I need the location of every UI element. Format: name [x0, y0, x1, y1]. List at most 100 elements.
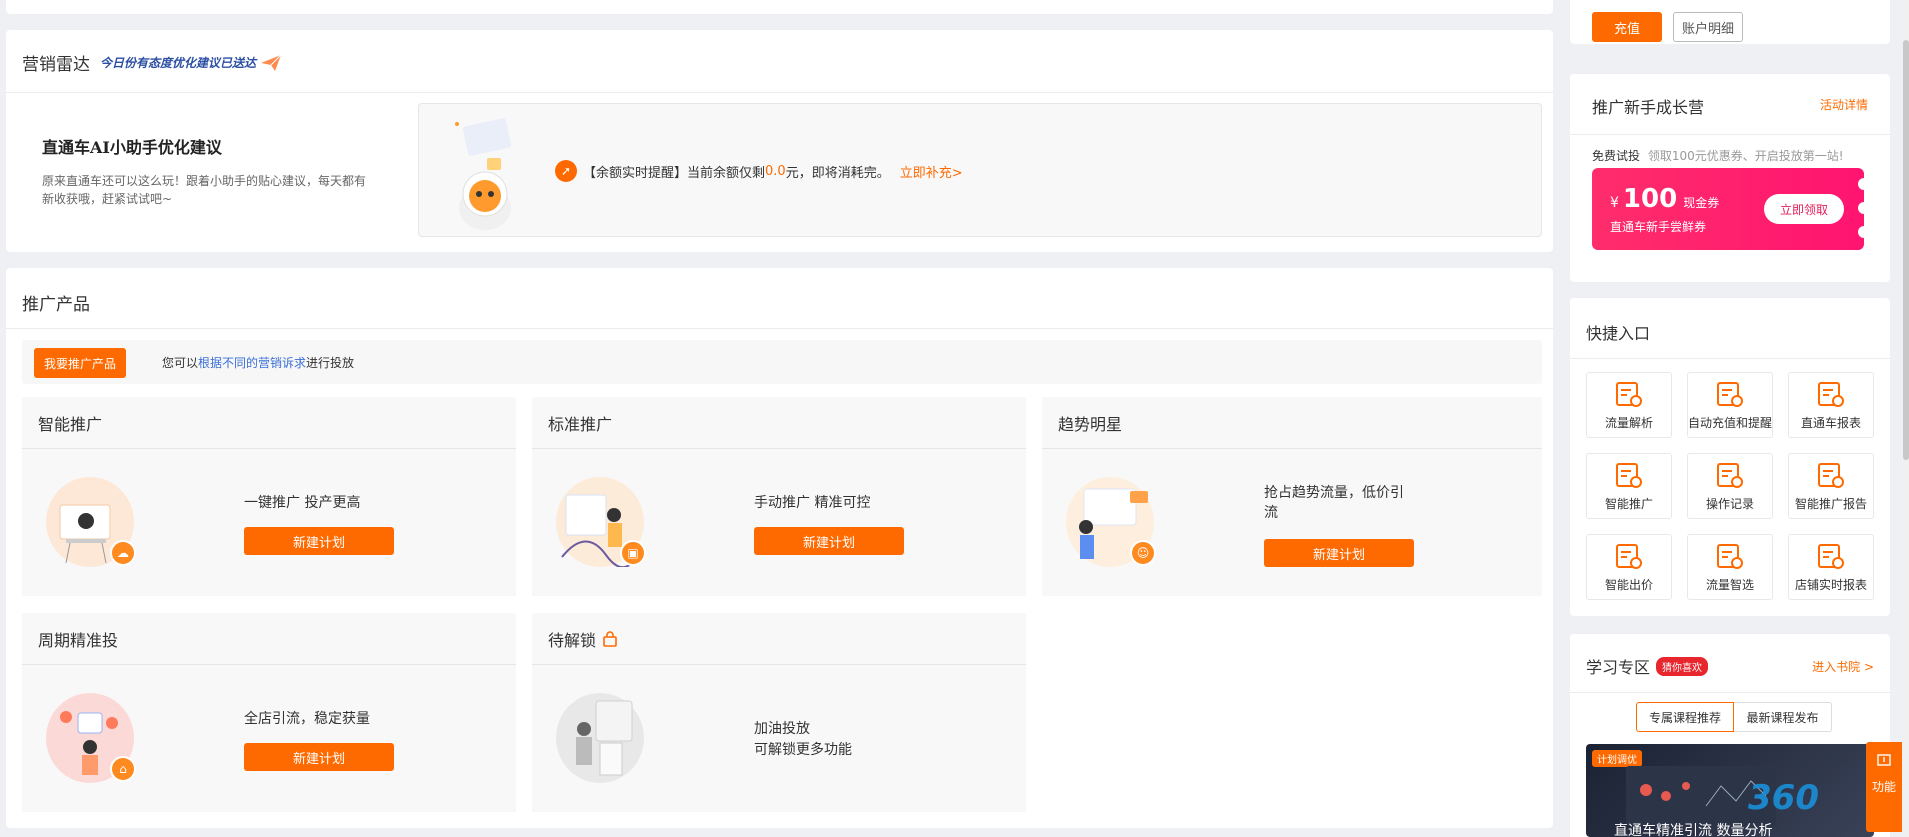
- quick-entry-card: 快捷入口 流量解析 自动充值和提醒 直通车报表智能推广 操作记录 智能推广报告智能出价 流…: [1570, 298, 1890, 616]
- quick-entry-item[interactable]: 直通车报表: [1788, 372, 1874, 438]
- divider: [1570, 358, 1890, 359]
- product-card-trend-star: 趋势明星 ☺ 抢占趋势流量，低价引流 新建计划: [1042, 397, 1542, 596]
- product-name: 周期精准投: [22, 613, 516, 665]
- scrollbar-track[interactable]: [1903, 0, 1909, 837]
- quick-entry-item[interactable]: 店铺实时报表: [1788, 534, 1874, 600]
- hint-prefix: 您可以: [162, 356, 199, 370]
- quick-entry-label: 店铺实时报表: [1794, 578, 1867, 592]
- home-badge-icon: ⌂: [110, 756, 136, 782]
- tab-exclusive-courses[interactable]: 专属课程推荐: [1636, 702, 1734, 732]
- quick-entry-label: 智能推广: [1604, 497, 1653, 511]
- watermark-logo: 360: [1748, 778, 1819, 818]
- coupon-currency: ¥: [1610, 195, 1619, 211]
- quick-entry-item[interactable]: 智能推广报告: [1788, 453, 1874, 519]
- quick-entry-item[interactable]: 智能出价: [1586, 534, 1672, 600]
- new-plan-button[interactable]: 新建计划: [244, 527, 394, 555]
- quick-entry-label: 智能出价: [1604, 578, 1653, 592]
- quick-entry-label: 流量智选: [1705, 578, 1754, 592]
- alert-prefix: 【余额实时提醒】当前余额仅剩: [583, 165, 766, 181]
- learn-title: 学习专区: [1586, 658, 1651, 677]
- alert-amount: 0.0: [765, 163, 786, 179]
- paper-plane-icon: [261, 54, 282, 71]
- floating-label: 功能: [1871, 780, 1896, 794]
- ai-assistant-desc: 原来直通车还可以这么玩！跟着小助手的贴心建议，每天都有新收获哦，赶紧试试吧~: [42, 174, 367, 206]
- hint-suffix: 进行投放: [306, 356, 355, 370]
- smart-promo-icon: [1616, 463, 1642, 488]
- radar-title: 营销雷达: [22, 55, 90, 75]
- report-icon: [1818, 382, 1844, 407]
- feedback-icon: [1877, 754, 1891, 766]
- smart-bid-icon: [1616, 544, 1642, 569]
- product-name: 待解锁: [548, 630, 597, 650]
- enter-academy-link[interactable]: 进入书院 >: [1812, 658, 1874, 675]
- trial-label: 免费试投: [1592, 149, 1641, 163]
- learning-zone-card: 学习专区 猜你喜欢 进入书院 > 专属课程推荐 最新课程发布 计划调优 直通车精…: [1570, 634, 1890, 837]
- watermark-text: 360: [1748, 778, 1819, 818]
- product-card-smart: 智能推广 ☁ 一键推广 投产更高 新建计划: [22, 397, 516, 596]
- account-detail-button[interactable]: 账户明细: [1673, 12, 1743, 42]
- promotion-products-card: 推广产品 我要推广产品 您可以根据不同的营销诉求进行投放 智能推广 ☁ 一键推广…: [6, 268, 1553, 828]
- floating-function-button[interactable]: 功能: [1866, 742, 1902, 832]
- coupon-notch: [1858, 226, 1870, 238]
- account-card: 充值 账户明细: [1570, 0, 1890, 44]
- quick-title: 快捷入口: [1586, 324, 1651, 343]
- traffic-analysis-icon: [1616, 382, 1642, 407]
- hint-link: 根据不同的营销诉求: [198, 356, 307, 370]
- quick-entry-label: 操作记录: [1705, 497, 1754, 511]
- product-name: 智能推广: [22, 397, 516, 449]
- claim-coupon-button[interactable]: 立即领取: [1764, 194, 1844, 224]
- new-plan-button[interactable]: 新建计划: [244, 743, 394, 771]
- new-plan-button[interactable]: 新建计划: [754, 527, 904, 555]
- product-name: 标准推广: [532, 397, 1026, 449]
- product-desc: 手动推广 精准可控: [754, 495, 871, 511]
- promote-bar: 我要推广产品 您可以根据不同的营销诉求进行投放: [22, 340, 1542, 384]
- product-head: 待解锁: [532, 613, 1026, 665]
- lock-icon: [603, 630, 617, 647]
- radar-subtitle: 今日份有态度优化建议已送达: [100, 56, 257, 70]
- course-banner[interactable]: 计划调优 直通车精准引流 数量分析: [1586, 744, 1874, 837]
- coupon: ¥ 100 现金券 直通车新手尝鲜券 立即领取: [1592, 168, 1870, 250]
- trial-desc: 领取100元优惠券、开启投放第一站!: [1647, 149, 1844, 163]
- shop-report-icon: [1818, 544, 1844, 569]
- marketing-radar-card: 营销雷达 今日份有态度优化建议已送达 直通车AI小助手优化建议 原来直通车还可以…: [6, 30, 1553, 252]
- quick-entry-item[interactable]: 流量智选: [1687, 534, 1773, 600]
- coupon-unit: 现金券: [1683, 196, 1720, 210]
- quick-entry-item[interactable]: 智能推广: [1586, 453, 1672, 519]
- coupon-desc: 直通车新手尝鲜券: [1610, 220, 1707, 234]
- product-desc-line2: 可解锁更多功能: [754, 742, 852, 758]
- banner-title: 直通车精准引流 数量分析: [1614, 823, 1773, 837]
- scrollbar-thumb[interactable]: [1903, 40, 1909, 460]
- divider: [6, 328, 1553, 329]
- activity-detail-link[interactable]: 活动详情: [1820, 96, 1868, 113]
- banner-tag: 计划调优: [1592, 750, 1642, 767]
- tab-latest-courses[interactable]: 最新课程发布: [1734, 702, 1832, 732]
- quick-entry-label: 流量解析: [1604, 416, 1653, 430]
- product-card-cycle: 周期精准投 ⌂ 全店引流，稳定获量 新建计划: [22, 613, 516, 812]
- ai-assistant-illustration: [455, 118, 512, 230]
- coupon-amount: 100: [1622, 184, 1678, 214]
- growth-camp-card: 推广新手成长营 活动详情 免费试投 领取100元优惠券、开启投放第一站! ¥ 1…: [1570, 74, 1890, 282]
- product-desc-line1: 加油投放: [754, 721, 810, 737]
- traffic-select-icon: [1717, 544, 1743, 569]
- coupon-notch: [1858, 178, 1870, 190]
- coupon-notch: [1858, 202, 1870, 214]
- quick-entry-label: 自动充值和提醒: [1688, 416, 1773, 430]
- quick-entry-item[interactable]: 操作记录: [1687, 453, 1773, 519]
- recharge-button[interactable]: 充值: [1592, 12, 1662, 42]
- quick-entry-item[interactable]: 流量解析: [1586, 372, 1672, 438]
- growth-title: 推广新手成长营: [1592, 98, 1705, 117]
- ai-assistant-title: 直通车AI小助手优化建议: [42, 138, 222, 157]
- divider: [6, 92, 1553, 93]
- top-up-link[interactable]: 立即补充>: [900, 162, 963, 181]
- product-desc: 抢占趋势流量，低价引流: [1264, 485, 1404, 521]
- product-name: 趋势明星: [1042, 397, 1542, 449]
- cloud-badge-icon: ☁: [110, 540, 136, 566]
- quick-entry-item[interactable]: 自动充值和提醒: [1687, 372, 1773, 438]
- operation-log-icon: [1717, 463, 1743, 488]
- smart-report-icon: [1818, 463, 1844, 488]
- divider: [1570, 692, 1890, 693]
- promote-product-button[interactable]: 我要推广产品: [34, 348, 126, 378]
- quick-entry-label: 智能推广报告: [1794, 497, 1867, 511]
- new-plan-button[interactable]: 新建计划: [1264, 539, 1414, 567]
- rocket-icon: ➚: [555, 160, 577, 182]
